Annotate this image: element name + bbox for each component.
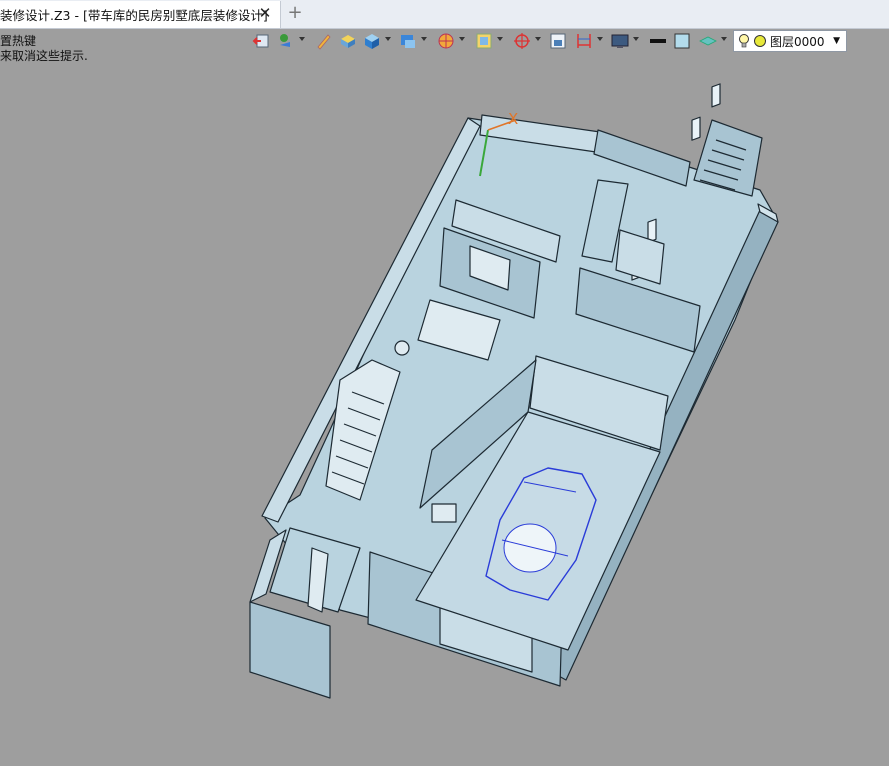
window-east-2 (691, 116, 701, 141)
layer-name: 图层0000 (770, 34, 825, 49)
sphere-icon[interactable] (436, 31, 456, 51)
3d-viewport[interactable]: X (0, 60, 889, 766)
window-icon[interactable] (548, 31, 568, 51)
axis-icon[interactable] (512, 31, 532, 51)
lightbulb-icon[interactable] (738, 33, 750, 49)
tab-title: 装修设计.Z3 - [带车库的民房别墅底层装修设计] (0, 8, 268, 23)
chevron-down-icon[interactable] (421, 37, 427, 41)
document-tab[interactable]: 装修设计.Z3 - [带车库的民房别墅底层装修设计] (0, 1, 281, 28)
window-east-1 (711, 83, 721, 108)
layer-selector[interactable]: 图层0000 ▼ (733, 30, 847, 52)
layer-paint-icon[interactable] (276, 31, 296, 51)
chevron-down-icon[interactable] (459, 37, 465, 41)
close-icon[interactable]: ✕ (256, 4, 274, 22)
chevron-down-icon[interactable] (535, 37, 541, 41)
frame-icon[interactable] (474, 31, 494, 51)
cube-icon[interactable] (362, 31, 382, 51)
chevron-down-icon[interactable] (385, 37, 391, 41)
chevron-down-icon[interactable]: ▼ (833, 36, 840, 46)
house-model (249, 83, 779, 699)
annex-front-wall (249, 601, 331, 699)
toilet (394, 340, 410, 356)
render-icon[interactable] (398, 31, 418, 51)
chevron-down-icon[interactable] (633, 37, 639, 41)
layer-visibility-icon[interactable] (753, 34, 767, 48)
axis-label: X (508, 110, 518, 128)
material-icon[interactable] (698, 31, 718, 51)
sink (431, 503, 457, 523)
chevron-down-icon[interactable] (597, 37, 603, 41)
fill-color-icon[interactable] (672, 31, 692, 51)
pen-icon[interactable] (314, 31, 334, 51)
tab-bar: 装修设计.Z3 - [带车库的民房别墅底层装修设计] ✕ + (0, 0, 889, 29)
exit-icon[interactable] (252, 31, 272, 51)
dimension-icon[interactable] (574, 31, 594, 51)
chevron-down-icon[interactable] (497, 37, 503, 41)
line-style-icon[interactable] (648, 31, 668, 51)
box-icon[interactable] (338, 31, 358, 51)
plus-icon[interactable]: + (286, 4, 304, 22)
chevron-down-icon[interactable] (721, 37, 727, 41)
chevron-down-icon[interactable] (299, 37, 305, 41)
monitor-icon[interactable] (610, 31, 630, 51)
